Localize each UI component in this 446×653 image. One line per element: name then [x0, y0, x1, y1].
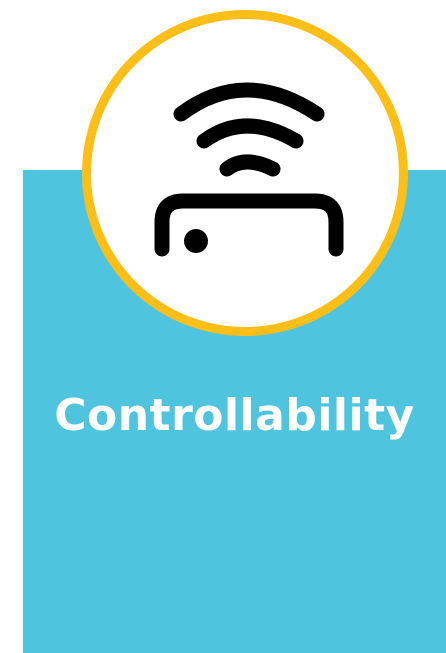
card-title: Controllability [54, 390, 415, 441]
icon-badge [82, 10, 408, 336]
remote-control-signal-icon [154, 82, 344, 257]
